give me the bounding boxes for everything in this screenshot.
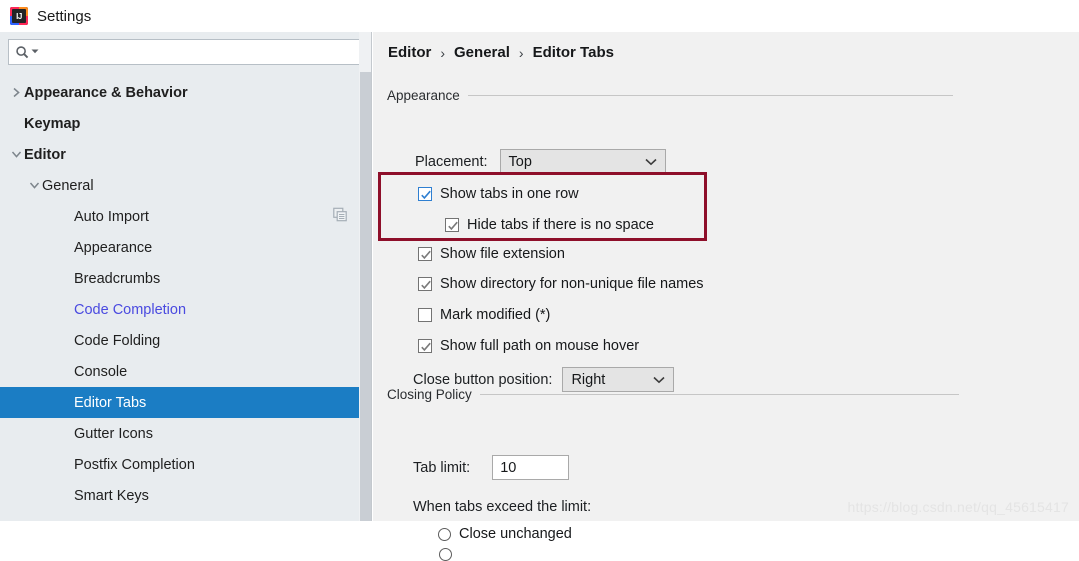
sidebar-item-breadcrumbs[interactable]: Breadcrumbs (0, 263, 372, 294)
sidebar-item-label: Breadcrumbs (74, 270, 161, 287)
search-icon (15, 45, 30, 60)
checkbox-label: Mark modified (*) (440, 307, 551, 323)
settings-sidebar: Appearance & Behavior Keymap Editor General… (0, 32, 372, 521)
search-box[interactable] (8, 39, 364, 65)
breadcrumb: Editor › General › Editor Tabs (388, 44, 614, 61)
sidebar-item-label: Postfix Completion (74, 456, 195, 473)
sidebar-divider (371, 32, 372, 521)
sidebar-item-smart-keys[interactable]: Smart Keys (0, 480, 372, 511)
search-dropdown-caret-icon[interactable] (31, 48, 39, 56)
search-input[interactable] (39, 43, 357, 61)
sidebar-item-keymap[interactable]: Keymap (0, 108, 372, 139)
breadcrumb-item-general[interactable]: General (454, 44, 510, 61)
checkbox-label: Hide tabs if there is no space (467, 217, 654, 233)
checkbox-label: Show tabs in one row (440, 186, 579, 202)
checkbox-label: Show file extension (440, 246, 565, 262)
chevron-down-icon[interactable] (8, 150, 24, 159)
sidebar-item-label: Keymap (24, 115, 81, 132)
app-icon-text: IJ (12, 9, 26, 23)
sidebar-item-code-completion[interactable]: Code Completion (0, 294, 372, 325)
checkbox-hide-tabs-if-there-is-no-space[interactable]: Hide tabs if there is no space (445, 217, 654, 233)
tab-limit-row: Tab limit: 10 (413, 455, 570, 480)
sidebar-item-editor[interactable]: Editor (0, 139, 372, 170)
settings-tree[interactable]: Appearance & Behavior Keymap Editor General… (0, 77, 372, 521)
appearance-group-line (467, 95, 953, 96)
settings-body: Appearance & Behavior Keymap Editor General… (0, 32, 1079, 561)
breadcrumb-separator-icon: › (518, 44, 524, 61)
checkbox-checked-icon[interactable] (418, 247, 432, 261)
placement-combobox[interactable]: Top (499, 149, 666, 174)
appearance-group-label: Appearance (387, 88, 460, 103)
closing-policy-group-header: Closing Policy (387, 387, 959, 402)
chevron-down-icon (653, 372, 666, 388)
close-button-position-label: Close button position: (413, 371, 553, 388)
sidebar-item-console[interactable]: Console (0, 356, 372, 387)
sidebar-item-auto-import[interactable]: Auto Import (0, 201, 372, 232)
sidebar-item-label: Editor (24, 146, 66, 163)
sidebar-item-label: Smart Keys (74, 487, 149, 504)
appearance-group-header: Appearance (387, 88, 953, 103)
tab-limit-value: 10 (500, 459, 517, 476)
checkbox-checked-icon[interactable] (445, 218, 459, 232)
sidebar-item-label: Editor Tabs (74, 394, 147, 411)
checkbox-label: Show directory for non-unique file names (440, 276, 704, 292)
checkbox-show-full-path-on-mouse-hover[interactable]: Show full path on mouse hover (418, 338, 639, 354)
sidebar-item-label: Code Folding (74, 332, 161, 349)
breadcrumb-item-editor[interactable]: Editor (388, 44, 431, 61)
tab-limit-label: Tab limit: (413, 459, 471, 476)
sidebar-item-appearance-behavior[interactable]: Appearance & Behavior (0, 77, 372, 108)
radio-unselected-icon[interactable] (438, 527, 451, 541)
close-button-position-value: Right (571, 371, 606, 388)
sidebar-item-editor-tabs[interactable]: Editor Tabs (0, 387, 372, 418)
sidebar-item-label: General (42, 177, 94, 194)
checkbox-checked-icon[interactable] (418, 277, 432, 291)
breadcrumb-item-editor-tabs[interactable]: Editor Tabs (533, 44, 614, 61)
checkbox-show-directory-for-non-unique-file-names[interactable]: Show directory for non-unique file names (418, 276, 704, 292)
sidebar-item-label: Console (74, 363, 128, 380)
window-title: Settings (37, 7, 92, 25)
radio-close-unchanged[interactable]: Close unchanged (438, 526, 572, 542)
copy-icon[interactable] (333, 207, 348, 226)
closing-policy-group-line (479, 394, 959, 395)
closing-policy-group-label: Closing Policy (387, 387, 472, 402)
sidebar-scrollbar-thumb[interactable] (360, 72, 371, 521)
radio-option-partial[interactable] (439, 548, 452, 561)
sidebar-item-label: Gutter Icons (74, 425, 153, 442)
sidebar-item-appearance[interactable]: Appearance (0, 232, 372, 263)
sidebar-item-label: Appearance (74, 239, 153, 256)
checkbox-checked-icon[interactable] (418, 187, 432, 201)
checkbox-show-file-extension[interactable]: Show file extension (418, 246, 565, 262)
sidebar-item-general[interactable]: General (0, 170, 372, 201)
chevron-down-icon[interactable] (26, 181, 42, 190)
intellij-idea-icon: IJ (10, 7, 28, 25)
settings-panel: Editor › General › Editor Tabs Appearance Pl… (373, 32, 1079, 561)
window-titlebar: IJ Settings (0, 0, 1079, 32)
sidebar-item-postfix-completion[interactable]: Postfix Completion (0, 449, 372, 480)
tab-limit-input[interactable]: 10 (492, 455, 570, 480)
chevron-down-icon (644, 154, 657, 170)
sidebar-item-gutter-icons[interactable]: Gutter Icons (0, 418, 372, 449)
chevron-right-icon[interactable] (8, 87, 24, 98)
checkbox-unchecked-icon[interactable] (418, 308, 432, 322)
sidebar-item-label: Appearance & Behavior (24, 84, 188, 101)
checkbox-label: Show full path on mouse hover (440, 338, 640, 354)
sidebar-item-label: Code Completion (74, 301, 187, 318)
checkbox-checked-icon[interactable] (418, 339, 432, 353)
sidebar-item-code-folding[interactable]: Code Folding (0, 325, 372, 356)
radio-label: Close unchanged (459, 526, 572, 542)
checkbox-mark-modified[interactable]: Mark modified (*) (418, 307, 550, 323)
placement-row: Placement: Top (415, 149, 666, 174)
placement-label: Placement: (415, 153, 488, 170)
watermark: https://blog.csdn.net/qq_45615417 (847, 499, 1069, 515)
sidebar-item-label: Auto Import (74, 208, 149, 225)
search-area (0, 32, 372, 71)
breadcrumb-separator-icon: › (440, 44, 446, 61)
placement-combobox-value: Top (508, 153, 532, 170)
when-tabs-exceed-label: When tabs exceed the limit: (413, 499, 592, 515)
checkbox-show-tabs-in-one-row[interactable]: Show tabs in one row (418, 186, 579, 202)
